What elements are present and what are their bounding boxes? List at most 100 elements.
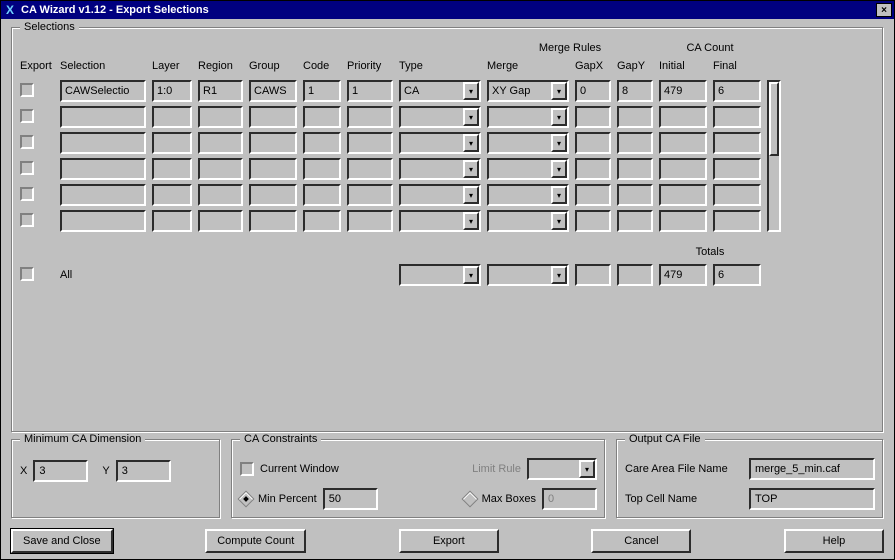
gapx-3[interactable] [575, 158, 611, 180]
gapy-all[interactable] [617, 264, 653, 286]
type-2[interactable]: ▾ [399, 132, 481, 154]
limit-rule-select[interactable]: ▾ [527, 458, 597, 480]
help-button[interactable]: Help [784, 529, 884, 553]
merge-3[interactable]: ▾ [487, 158, 569, 180]
group-3[interactable] [249, 158, 297, 180]
gapx-1[interactable] [575, 106, 611, 128]
export-check-0[interactable] [20, 83, 54, 100]
gapy-3[interactable] [617, 158, 653, 180]
scrollbar-thumb[interactable] [769, 82, 779, 156]
gapy-5[interactable] [617, 210, 653, 232]
group-1[interactable] [249, 106, 297, 128]
priority-5[interactable] [347, 210, 393, 232]
priority-2[interactable] [347, 132, 393, 154]
priority-0[interactable]: 1 [347, 80, 393, 102]
merge-all[interactable]: ▾ [487, 264, 569, 286]
group-2[interactable] [249, 132, 297, 154]
compute-button[interactable]: Compute Count [205, 529, 306, 553]
gapx-all[interactable] [575, 264, 611, 286]
code-0[interactable]: 1 [303, 80, 341, 102]
chevron-down-icon[interactable]: ▾ [551, 186, 567, 204]
chevron-down-icon[interactable]: ▾ [551, 160, 567, 178]
min-ca-y[interactable]: 3 [116, 460, 171, 482]
region-3[interactable] [198, 158, 243, 180]
gapy-0[interactable]: 8 [617, 80, 653, 102]
code-4[interactable] [303, 184, 341, 206]
layer-0[interactable]: 1:0 [152, 80, 192, 102]
merge-1[interactable]: ▾ [487, 106, 569, 128]
region-4[interactable] [198, 184, 243, 206]
layer-1[interactable] [152, 106, 192, 128]
chevron-down-icon[interactable]: ▾ [463, 160, 479, 178]
type-0[interactable]: CA▾ [399, 80, 481, 102]
max-boxes-input[interactable]: 0 [542, 488, 597, 510]
layer-5[interactable] [152, 210, 192, 232]
merge-0[interactable]: XY Gap▾ [487, 80, 569, 102]
chevron-down-icon[interactable]: ▾ [463, 266, 479, 284]
group-4[interactable] [249, 184, 297, 206]
type-1[interactable]: ▾ [399, 106, 481, 128]
export-check-1[interactable] [20, 109, 54, 126]
gapx-2[interactable] [575, 132, 611, 154]
gapy-4[interactable] [617, 184, 653, 206]
chevron-down-icon[interactable]: ▾ [463, 186, 479, 204]
chevron-down-icon[interactable]: ▾ [463, 212, 479, 230]
merge-4[interactable]: ▾ [487, 184, 569, 206]
min-percent-input[interactable]: 50 [323, 488, 378, 510]
chevron-down-icon[interactable]: ▾ [551, 212, 567, 230]
close-icon[interactable]: × [876, 3, 892, 17]
gapy-2[interactable] [617, 132, 653, 154]
chevron-down-icon[interactable]: ▾ [463, 108, 479, 126]
type-4[interactable]: ▾ [399, 184, 481, 206]
chevron-down-icon[interactable]: ▾ [463, 134, 479, 152]
export-button[interactable]: Export [399, 529, 499, 553]
gapx-4[interactable] [575, 184, 611, 206]
code-5[interactable] [303, 210, 341, 232]
layer-3[interactable] [152, 158, 192, 180]
selections-scrollbar[interactable] [767, 80, 781, 232]
layer-2[interactable] [152, 132, 192, 154]
top-cell-input[interactable]: TOP [749, 488, 875, 510]
save-button[interactable]: Save and Close [11, 529, 113, 553]
code-2[interactable] [303, 132, 341, 154]
chevron-down-icon[interactable]: ▾ [551, 82, 567, 100]
care-file-input[interactable]: merge_5_min.caf [749, 458, 875, 480]
selection-1[interactable] [60, 106, 146, 128]
chevron-down-icon[interactable]: ▾ [463, 82, 479, 100]
export-check-3[interactable] [20, 161, 54, 178]
group-5[interactable] [249, 210, 297, 232]
type-all[interactable]: ▾ [399, 264, 481, 286]
type-3[interactable]: ▾ [399, 158, 481, 180]
cancel-button[interactable]: Cancel [591, 529, 691, 553]
region-2[interactable] [198, 132, 243, 154]
code-3[interactable] [303, 158, 341, 180]
selection-2[interactable] [60, 132, 146, 154]
priority-3[interactable] [347, 158, 393, 180]
export-check-all[interactable] [20, 267, 54, 284]
current-window-check[interactable] [240, 462, 254, 476]
gapx-0[interactable]: 0 [575, 80, 611, 102]
export-check-5[interactable] [20, 213, 54, 230]
selection-4[interactable] [60, 184, 146, 206]
gapx-5[interactable] [575, 210, 611, 232]
code-1[interactable] [303, 106, 341, 128]
region-5[interactable] [198, 210, 243, 232]
selection-0[interactable]: CAWSelectio [60, 80, 146, 102]
group-0[interactable]: CAWS [249, 80, 297, 102]
selection-5[interactable] [60, 210, 146, 232]
chevron-down-icon[interactable]: ▾ [551, 266, 567, 284]
export-check-2[interactable] [20, 135, 54, 152]
layer-4[interactable] [152, 184, 192, 206]
chevron-down-icon[interactable]: ▾ [551, 134, 567, 152]
priority-4[interactable] [347, 184, 393, 206]
selection-3[interactable] [60, 158, 146, 180]
merge-5[interactable]: ▾ [487, 210, 569, 232]
min-percent-radio[interactable] [238, 491, 255, 508]
chevron-down-icon[interactable]: ▾ [551, 108, 567, 126]
min-ca-x[interactable]: 3 [33, 460, 88, 482]
region-1[interactable] [198, 106, 243, 128]
priority-1[interactable] [347, 106, 393, 128]
gapy-1[interactable] [617, 106, 653, 128]
max-boxes-radio[interactable] [461, 491, 478, 508]
export-check-4[interactable] [20, 187, 54, 204]
